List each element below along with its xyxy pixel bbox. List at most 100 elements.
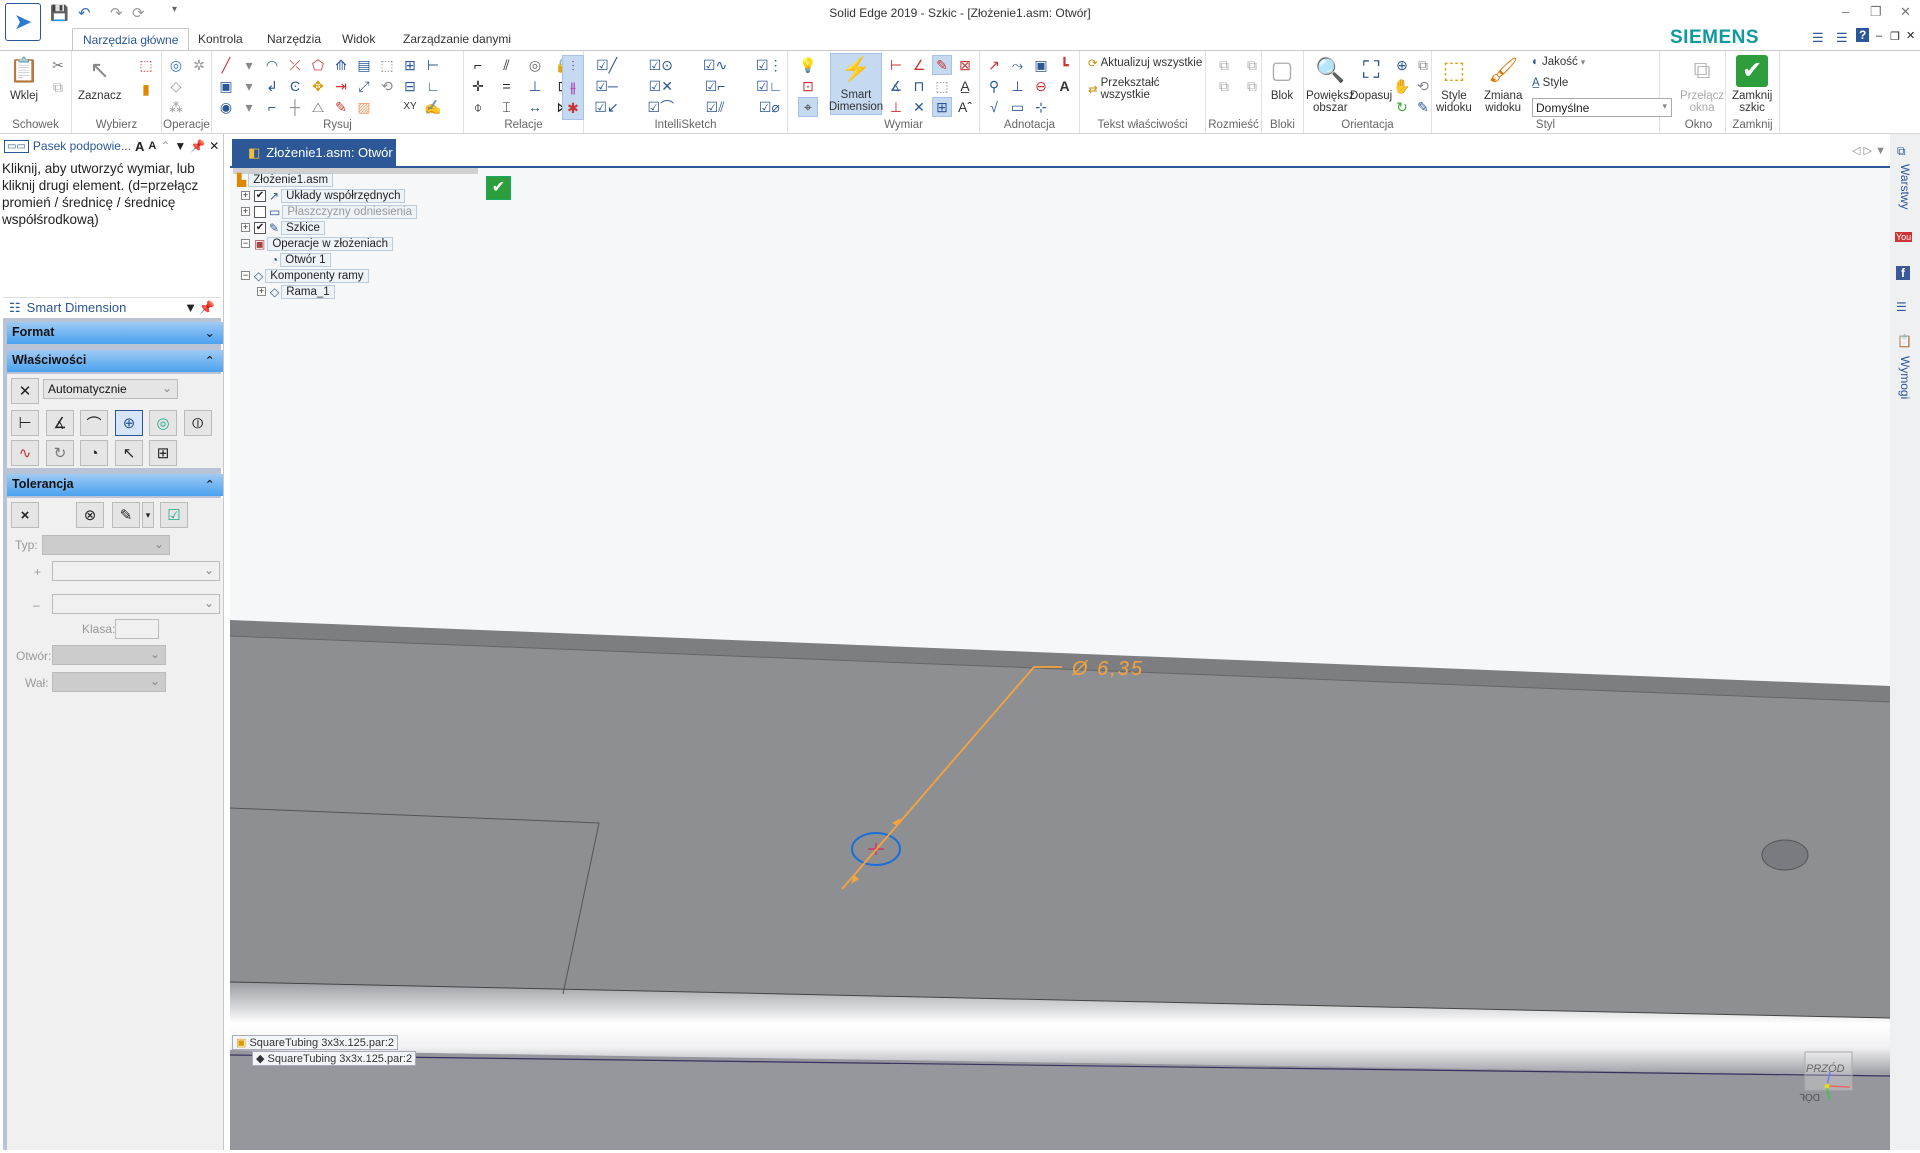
point-icon[interactable]: ◇ (166, 76, 186, 96)
tree-item[interactable]: + ✔ ↗ Układy współrzędnych (241, 188, 406, 203)
paste-button[interactable]: 📋 Wklej (8, 55, 40, 103)
style-select[interactable]: Domyślne ▾ (1532, 98, 1672, 117)
arc-icon[interactable]: ◠ (262, 55, 282, 75)
crosshair-icon[interactable]: ⌖ (798, 97, 818, 117)
callout-icon[interactable]: ▣ (1031, 55, 1051, 75)
maintain-relations-icon[interactable]: ⫶ (563, 56, 583, 76)
include-icon[interactable]: ▤ (354, 55, 374, 75)
zoom-icon[interactable]: ⊕ (1392, 55, 1412, 75)
angle-dim-button[interactable]: ∡ (46, 410, 74, 436)
close-button[interactable]: ✕ (1900, 4, 1911, 20)
block-button[interactable]: ▢ Blok (1266, 55, 1298, 103)
intellisketch-toggle[interactable]: ☑∟ (756, 76, 783, 96)
visibility-checkbox[interactable] (254, 205, 266, 218)
spin-icon[interactable]: ⟲ (1413, 76, 1433, 96)
symmetric-dim-icon[interactable]: ⊓ (909, 76, 929, 96)
rotate-icon[interactable]: ⟲ (377, 76, 397, 96)
delete-relations-icon[interactable]: ✱ (563, 98, 583, 118)
select-icon[interactable]: ⬚ (377, 55, 397, 75)
send-backward-icon[interactable]: ⧉ (1242, 76, 1262, 96)
rectangle-icon[interactable]: ▣ (216, 76, 236, 96)
pattern-icon[interactable]: ⁂ (166, 97, 186, 117)
part-tag[interactable]: ◆ SquareTubing 3x3x.125.par:2 (252, 1051, 417, 1066)
text-icon[interactable]: A (1055, 76, 1075, 96)
visibility-checkbox[interactable]: ✔ (254, 189, 266, 202)
datum-icon[interactable]: ⊥ (1008, 76, 1028, 96)
upper-tolerance-field[interactable]: ⌄ (52, 561, 220, 581)
community-icon[interactable]: ☰ (1896, 300, 1907, 314)
change-view-button[interactable]: 🖌 Zmiana widoku (1484, 55, 1522, 115)
datum-target-icon[interactable]: ⊖ (1031, 76, 1051, 96)
feature-control-icon[interactable]: ▭ (1008, 97, 1028, 117)
shaft-fit-select[interactable]: ⌄ (52, 672, 166, 692)
tab-list-icon[interactable]: ▼ (1875, 145, 1886, 157)
expand-icon[interactable]: + (241, 207, 250, 216)
trim-icon[interactable]: ⤫ (285, 55, 305, 75)
symmetric-icon[interactable]: ⌶ (497, 97, 517, 117)
tree-item[interactable]: ▙ Złożenie1.asm (237, 172, 334, 187)
concentric-icon[interactable]: ◎ (525, 55, 545, 75)
perpendicular-icon[interactable]: ⊥ (525, 76, 545, 96)
visibility-checkbox[interactable]: ✔ (254, 221, 266, 234)
circle-icon[interactable]: ◉ (216, 97, 236, 117)
tab-tools[interactable]: Narzędzia (257, 28, 331, 51)
bring-forward-icon[interactable]: ⧉ (1242, 55, 1262, 75)
tag-icon[interactable]: ⊠ (955, 55, 975, 75)
section-properties[interactable]: Właściwości ⌃ (7, 350, 223, 372)
parallel-icon[interactable]: ⫽ (497, 55, 517, 75)
zero-icon[interactable]: ⊢ (423, 55, 443, 75)
intersect-icon[interactable]: ⤢ (354, 76, 374, 96)
style-button[interactable]: A̲ Style (1532, 77, 1568, 89)
angle-icon[interactable]: ∟ (423, 76, 443, 96)
relation-handles-icon[interactable]: ⫵ (563, 77, 583, 97)
distance-icon[interactable]: ⊢ (886, 55, 906, 75)
angular-icon[interactable]: ∠ (909, 55, 929, 75)
intellisketch-toggle[interactable]: ☑∿ (703, 55, 728, 75)
angle-dim-icon[interactable]: ∡ (886, 76, 906, 96)
concentric-dim-button[interactable]: ◎ (149, 410, 177, 436)
intellisketch-toggle[interactable]: ☑⋮ (756, 55, 783, 75)
select-button[interactable]: ↖ Zaznacz (78, 55, 121, 103)
select-box-icon[interactable]: ⬚ (136, 55, 156, 75)
tab-data-management[interactable]: Zarządzanie danymi (393, 28, 521, 51)
update-all-button[interactable]: ⟳ Aktualizuj wszystkie (1088, 56, 1202, 70)
intellisketch-toggle[interactable]: ☑⊙ (647, 55, 674, 75)
frame-icon[interactable]: ⊡ (798, 76, 818, 96)
intellisketch-toggle[interactable]: ☑╱ (594, 55, 619, 75)
document-tab[interactable]: ◧ Złożenie1.asm: Otwór (232, 139, 396, 166)
tab-inspect[interactable]: Kontrola (188, 28, 253, 51)
model-view[interactable]: Ø 6,35 PRZÓD DÓŁ (229, 168, 1891, 1150)
close-icon[interactable]: ✕ (209, 139, 219, 153)
project-icon[interactable]: ⟰ (331, 55, 351, 75)
view-icon[interactable]: ⧉ (1413, 55, 1433, 75)
intellisketch-toggle[interactable]: ☑⌐ (703, 76, 728, 96)
switch-window-button[interactable]: ⧉ Przełącz okna (1680, 55, 1724, 115)
cut-icon[interactable]: ✂ (48, 55, 68, 75)
xy-icon[interactable]: XY (400, 97, 420, 117)
ellipse-x-button[interactable]: ⊗ (76, 502, 104, 528)
hole-fit-select[interactable]: ⌄ (52, 645, 166, 665)
edit-icon[interactable]: ✍ (423, 97, 443, 117)
view-styles-button[interactable]: ⬚ Style widoku (1436, 55, 1472, 115)
doc-restore-button[interactable]: ❐ (1890, 30, 1900, 43)
pin-icon[interactable]: 📌 (190, 139, 205, 153)
intellisketch-toggle[interactable]: ☑⫽ (703, 97, 728, 117)
balloon-icon[interactable]: ⚲ (984, 76, 1004, 96)
quality-button[interactable]: ◐ Jakość ▾ (1532, 56, 1585, 68)
pan-icon[interactable]: ✋ (1392, 76, 1412, 96)
surface-texture-icon[interactable]: √ (984, 97, 1004, 117)
leader-icon[interactable]: ↗ (984, 55, 1004, 75)
tree-item[interactable]: − ◇ Komponenty ramy (241, 268, 369, 283)
connector-icon[interactable]: ┗ (1055, 55, 1075, 75)
intellisketch-toggle[interactable]: ☑↙ (594, 97, 619, 117)
arc-length-button[interactable]: ∿ (11, 440, 39, 466)
youtube-icon[interactable]: You (1895, 232, 1913, 242)
dropdown-icon[interactable]: ▾ (239, 97, 259, 117)
region-icon[interactable]: ⬠ (308, 55, 328, 75)
chamfer-dim-icon[interactable]: ✕ (909, 97, 929, 117)
tangent-icon[interactable]: ⌽ (468, 97, 488, 117)
tree-item[interactable]: + ◇ Rama_1 (257, 284, 335, 299)
transform-all-button[interactable]: ⇄ Przekształć wszystkie (1088, 77, 1205, 101)
sketch-view-icon[interactable]: ✎ (1413, 97, 1433, 117)
lower-tolerance-field[interactable]: ⌄ (52, 594, 220, 614)
